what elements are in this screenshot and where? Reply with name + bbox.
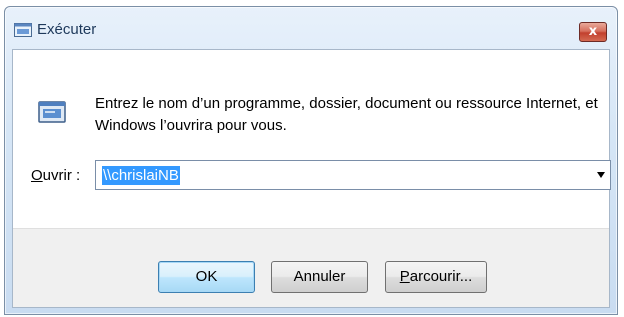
- open-input[interactable]: \\chrislaiNB: [102, 166, 180, 185]
- ok-button[interactable]: OK: [158, 261, 255, 293]
- close-button[interactable]: x: [579, 22, 607, 42]
- cancel-button[interactable]: Annuler: [271, 261, 368, 293]
- run-dialog-icon: [38, 101, 66, 123]
- run-dialog-icon: [14, 23, 32, 37]
- browse-button[interactable]: Parcourir...: [385, 261, 487, 293]
- button-bar: OK Annuler Parcourir...: [13, 228, 609, 307]
- open-combobox[interactable]: \\chrislaiNB: [95, 160, 611, 190]
- window-title: Exécuter: [37, 21, 97, 38]
- browse-mnemonic: P: [399, 268, 410, 285]
- dialog-body: Entrez le nom d’un programme, dossier, d…: [12, 49, 611, 308]
- open-label: Ouvrir :: [31, 167, 80, 184]
- run-dialog: Exécuter x Entrez le nom d’un programme,…: [4, 6, 618, 315]
- dialog-description: Entrez le nom d’un programme, dossier, d…: [95, 95, 598, 134]
- open-label-mnemonic: O: [31, 167, 43, 184]
- content-area: Entrez le nom d’un programme, dossier, d…: [13, 50, 611, 228]
- title-bar[interactable]: Exécuter x: [5, 7, 617, 49]
- open-label-text: uvrir :: [42, 167, 81, 184]
- chevron-down-icon[interactable]: [597, 172, 605, 178]
- browse-label: arcourir...: [409, 268, 473, 285]
